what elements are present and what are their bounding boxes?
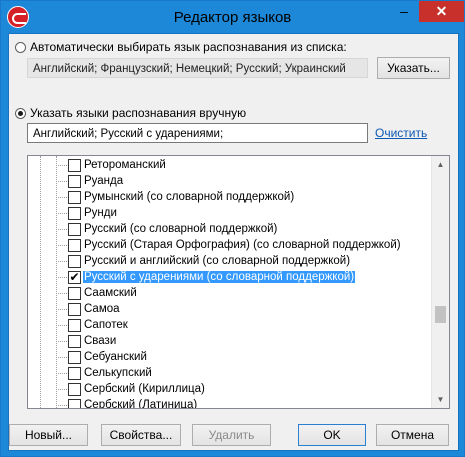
- dialog-body: Автоматически выбирать язык распознавани…: [8, 33, 459, 451]
- language-item[interactable]: Руанда: [56, 173, 428, 189]
- language-checkbox[interactable]: [68, 302, 81, 316]
- title-bar[interactable]: Редактор языков – ✕: [1, 1, 464, 33]
- properties-button[interactable]: Свойства...: [101, 424, 181, 446]
- language-item[interactable]: Русский (со словарной поддержкой): [56, 221, 428, 237]
- specify-button[interactable]: Указать...: [377, 57, 450, 79]
- auto-select-label: Автоматически выбирать язык распознавани…: [30, 40, 347, 54]
- language-item[interactable]: Свази: [56, 333, 428, 349]
- manual-select-radio[interactable]: [15, 107, 26, 119]
- language-item[interactable]: Сапотек: [56, 317, 428, 333]
- tree-guide-line: [56, 156, 57, 408]
- language-item[interactable]: Румынский (со словарной поддержкой): [56, 189, 428, 205]
- language-checkbox[interactable]: ✔: [68, 270, 81, 284]
- language-item[interactable]: Русский и английский (со словарной подде…: [56, 253, 428, 269]
- scroll-down-icon[interactable]: ▼: [432, 391, 449, 408]
- language-label: Русский (со словарной поддержкой): [84, 223, 278, 235]
- language-label: Самоа: [84, 303, 120, 315]
- scrollbar-thumb[interactable]: [435, 306, 446, 323]
- language-editor-window: Редактор языков – ✕ Автоматически выбира…: [0, 0, 465, 457]
- language-checkbox[interactable]: [68, 206, 81, 220]
- new-button[interactable]: Новый...: [9, 424, 88, 446]
- language-label: Руанда: [84, 175, 124, 187]
- language-item[interactable]: Самоа: [56, 301, 428, 317]
- language-label: Ретороманский: [84, 159, 166, 171]
- language-checkbox[interactable]: [68, 286, 81, 300]
- manual-select-label: Указать языки распознавания вручную: [30, 106, 247, 120]
- language-item[interactable]: Русский (Старая Орфография) (со словарно…: [56, 237, 428, 253]
- language-item[interactable]: Себуанский: [56, 349, 428, 365]
- auto-select-radio[interactable]: [15, 41, 26, 53]
- language-item[interactable]: Селькупский: [56, 365, 428, 381]
- manual-select-option[interactable]: Указать языки распознавания вручную: [15, 106, 246, 120]
- language-checkbox[interactable]: [68, 174, 81, 188]
- language-label: Сербский (Латиница): [84, 399, 198, 409]
- language-checkbox[interactable]: [68, 398, 81, 408]
- tree-guide-line: [40, 156, 41, 408]
- cancel-button[interactable]: Отмена: [376, 424, 449, 446]
- language-item[interactable]: ✔ Русский с ударениями (со словарной подд…: [56, 269, 428, 285]
- language-checkbox[interactable]: [68, 382, 81, 396]
- auto-select-option[interactable]: Автоматически выбирать язык распознавани…: [15, 40, 347, 54]
- language-checkbox[interactable]: [68, 190, 81, 204]
- clear-link[interactable]: Очистить: [375, 126, 427, 140]
- language-label: Сербский (Кириллица): [84, 383, 205, 395]
- ok-button[interactable]: OK: [298, 424, 366, 446]
- language-checkbox[interactable]: [68, 318, 81, 332]
- language-item[interactable]: Сербский (Кириллица): [56, 381, 428, 397]
- language-label: Румынский (со словарной поддержкой): [84, 191, 295, 203]
- language-label: Саамский: [84, 287, 137, 299]
- language-label: Русский с ударениями (со словарной подде…: [83, 271, 356, 283]
- vertical-scrollbar[interactable]: ▲ ▼: [431, 156, 449, 408]
- language-item[interactable]: Сербский (Латиница): [56, 397, 428, 409]
- language-label: Свази: [84, 335, 117, 347]
- delete-button[interactable]: Удалить: [192, 424, 271, 446]
- language-list: Ретороманский Руанда Румынский (со словарн…: [56, 157, 428, 409]
- language-checkbox[interactable]: [68, 254, 81, 268]
- language-checkbox[interactable]: [68, 158, 81, 172]
- language-item[interactable]: Ретороманский: [56, 157, 428, 173]
- language-label: Сапотек: [84, 319, 128, 331]
- language-label: Селькупский: [84, 367, 152, 379]
- language-label: Рунди: [84, 207, 117, 219]
- language-tree[interactable]: Ретороманский Руанда Румынский (со словарн…: [27, 155, 450, 409]
- language-label: Себуанский: [84, 351, 147, 363]
- auto-languages-field: Английский; Французский; Немецкий; Русск…: [27, 58, 368, 78]
- language-item[interactable]: Саамский: [56, 285, 428, 301]
- language-label: Русский (Старая Орфография) (со словарно…: [84, 239, 401, 251]
- language-checkbox[interactable]: [68, 238, 81, 252]
- close-button[interactable]: ✕: [419, 1, 464, 22]
- language-checkbox[interactable]: [68, 334, 81, 348]
- minimize-button[interactable]: –: [390, 1, 418, 23]
- language-checkbox[interactable]: [68, 350, 81, 364]
- manual-languages-input[interactable]: Английский; Русский с ударениями;: [27, 123, 368, 143]
- scroll-up-icon[interactable]: ▲: [432, 156, 449, 173]
- language-label: Русский и английский (со словарной подде…: [84, 255, 351, 267]
- language-checkbox[interactable]: [68, 222, 81, 236]
- language-item[interactable]: Рунди: [56, 205, 428, 221]
- language-checkbox[interactable]: [68, 366, 81, 380]
